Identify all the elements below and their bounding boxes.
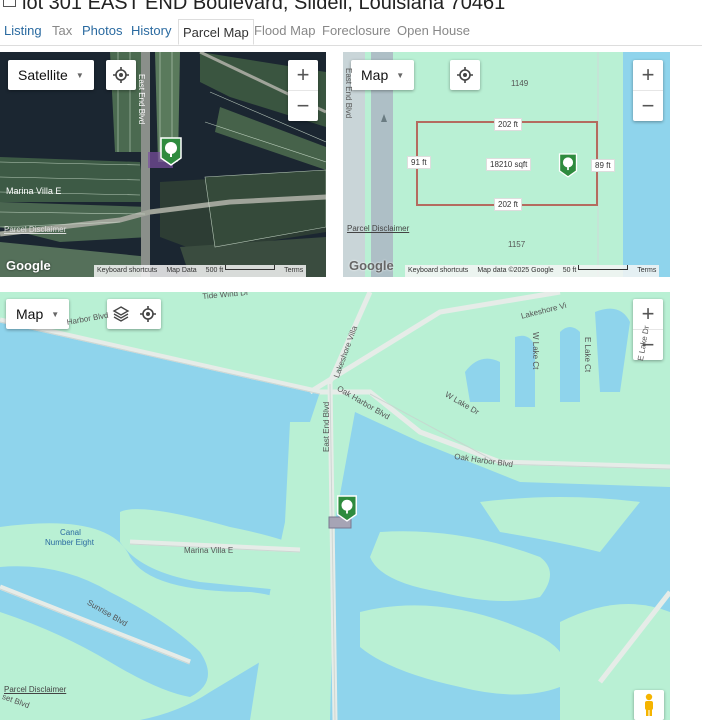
road-label-east-end: East End Blvd (322, 401, 331, 452)
water-label-number-eight: Number Eight (45, 538, 94, 547)
water-label-canal: Canal (60, 528, 81, 537)
scale-label: 50 ft (563, 265, 629, 277)
satellite-map[interactable]: Satellite ▼ + − East End Blvd Marina Vill… (0, 52, 326, 277)
google-logo: Google (349, 258, 394, 273)
map-attribution: Keyboard shortcuts Map data ©2025 Google… (405, 265, 660, 277)
tab-parcel-map[interactable]: Parcel Map (178, 19, 254, 45)
checkbox-icon[interactable] (3, 0, 16, 7)
terms-link[interactable]: Terms (284, 265, 303, 277)
page-title: lot 301 EAST END Boulevard, Slidell, Lou… (0, 0, 702, 14)
zoom-in-button[interactable]: + (633, 60, 663, 90)
chevron-down-icon: ▼ (75, 71, 84, 80)
road-label-e-lake-ct: E Lake Ct (583, 337, 592, 373)
tab-listing[interactable]: Listing (4, 23, 42, 38)
keyboard-shortcuts-link[interactable]: Keyboard shortcuts (408, 265, 468, 277)
pegman-icon (645, 693, 653, 716)
terms-link[interactable]: Terms (637, 265, 656, 277)
chevron-down-icon: ▼ (396, 71, 405, 80)
tab-history[interactable]: History (131, 23, 171, 38)
lot-number-south: 1157 (508, 240, 526, 249)
tree-pin-icon[interactable] (158, 136, 184, 166)
dimension-top: 202 ft (494, 118, 523, 131)
zoom-in-button[interactable]: + (633, 299, 663, 329)
crosshair-icon (457, 67, 473, 83)
tab-open-house[interactable]: Open House (397, 23, 470, 38)
parcel-area: 18210 sqft (486, 158, 532, 171)
map-type-label: Map (361, 67, 389, 83)
map-tools (107, 299, 161, 329)
google-logo: Google (6, 258, 51, 273)
road-label-w-lake-ct: W Lake Ct (531, 332, 540, 370)
page-title-text: lot 301 EAST END Boulevard, Slidell, Lou… (22, 0, 506, 14)
crosshair-icon (113, 67, 129, 83)
place-label-marina: Marina Villa E (6, 186, 62, 196)
zoom-control: + − (288, 60, 318, 121)
road-label-east-end: East End Blvd (344, 68, 353, 119)
tab-bar: Listing Tax Photos History Parcel Map Fl… (0, 19, 702, 46)
tree-pin-icon[interactable] (335, 494, 359, 522)
road-label-east-end: East End Blvd (137, 74, 146, 125)
keyboard-shortcuts-link[interactable]: Keyboard shortcuts (97, 265, 157, 277)
dimension-left: 91 ft (407, 156, 431, 169)
locate-button[interactable] (106, 60, 136, 90)
map-type-select[interactable]: Map ▼ (351, 60, 415, 90)
zoom-control: + − (633, 60, 663, 121)
street-view-button[interactable] (634, 690, 664, 720)
parcel-map[interactable]: Map▼ + − East End Blvd East End Blvd 114… (343, 52, 670, 277)
map-attribution: Keyboard shortcuts Map Data 500 ft Terms (94, 265, 307, 277)
lot-number-north: 1149 (511, 79, 529, 88)
zoom-out-button[interactable]: − (288, 90, 318, 121)
tree-pin-icon[interactable] (557, 152, 579, 178)
scale-label: 500 ft (206, 265, 276, 277)
zoom-out-button[interactable]: − (633, 90, 663, 121)
parcel-disclaimer-link[interactable]: Parcel Disclaimer (347, 224, 409, 233)
crosshair-icon[interactable] (139, 305, 157, 323)
dimension-right: 89 ft (591, 159, 615, 172)
tab-tax[interactable]: Tax (52, 23, 72, 38)
area-map[interactable]: Map ▼ + − Tide Wind Dr Harbor Blvd Lakesh… (0, 292, 670, 720)
map-type-select[interactable]: Satellite ▼ (8, 60, 94, 90)
tab-photos[interactable]: Photos (82, 23, 122, 38)
zoom-in-button[interactable]: + (288, 60, 318, 90)
tab-foreclosure[interactable]: Foreclosure (322, 23, 391, 38)
chevron-down-icon: ▼ (51, 310, 60, 319)
map-data-label: Map Data (166, 267, 197, 274)
locate-button[interactable] (450, 60, 480, 90)
map-type-label: Map (16, 306, 44, 322)
road-label-marina: Marina Villa E (184, 546, 234, 555)
tab-flood-map[interactable]: Flood Map (254, 23, 315, 38)
map-type-label: Satellite (18, 67, 68, 83)
parcel-disclaimer-link[interactable]: Parcel Disclaimer (4, 225, 66, 234)
parcel-disclaimer-link[interactable]: Parcel Disclaimer (4, 685, 66, 694)
layers-icon[interactable] (112, 305, 130, 323)
map-data-label: Map data ©2025 Google (477, 267, 554, 274)
dimension-bottom: 202 ft (494, 198, 523, 211)
map-type-select[interactable]: Map ▼ (6, 299, 70, 329)
